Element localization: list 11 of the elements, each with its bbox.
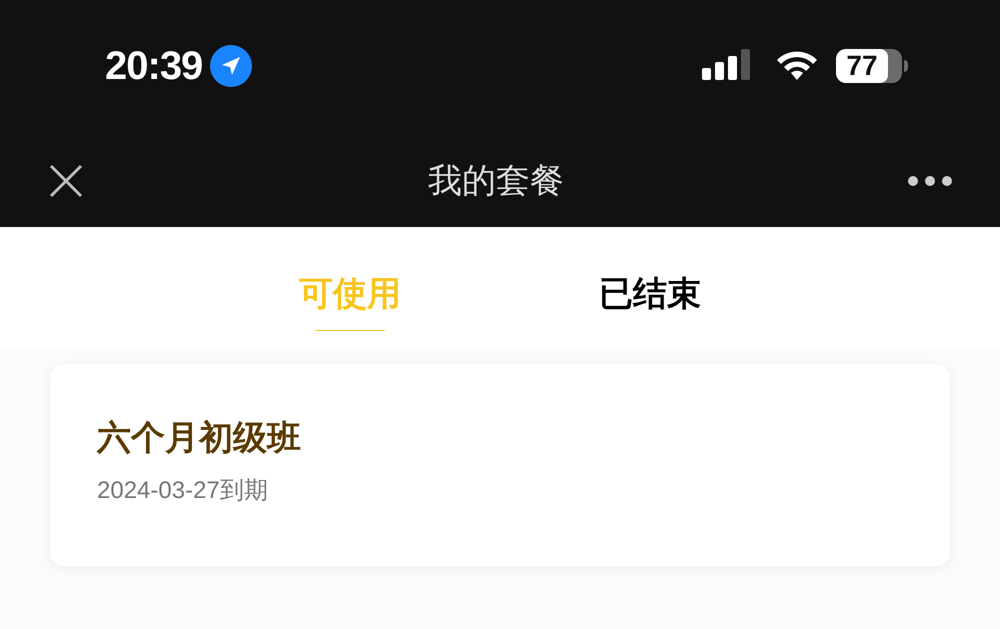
more-button[interactable] xyxy=(908,175,952,187)
close-button[interactable] xyxy=(48,163,84,199)
package-name: 六个月初级班 xyxy=(97,418,301,459)
battery-percent: 77 xyxy=(846,48,878,82)
status-time: 20:39 xyxy=(105,42,202,90)
location-icon xyxy=(210,44,252,86)
tab[interactable]: 已结束 xyxy=(595,269,705,331)
package-card[interactable]: 六个月初级班 2024-03-27到期 xyxy=(50,364,950,566)
page-title: 我的套餐 xyxy=(428,160,564,202)
expiry-date: 2024-03-27到期 xyxy=(97,476,268,506)
wifi-icon xyxy=(776,50,818,82)
